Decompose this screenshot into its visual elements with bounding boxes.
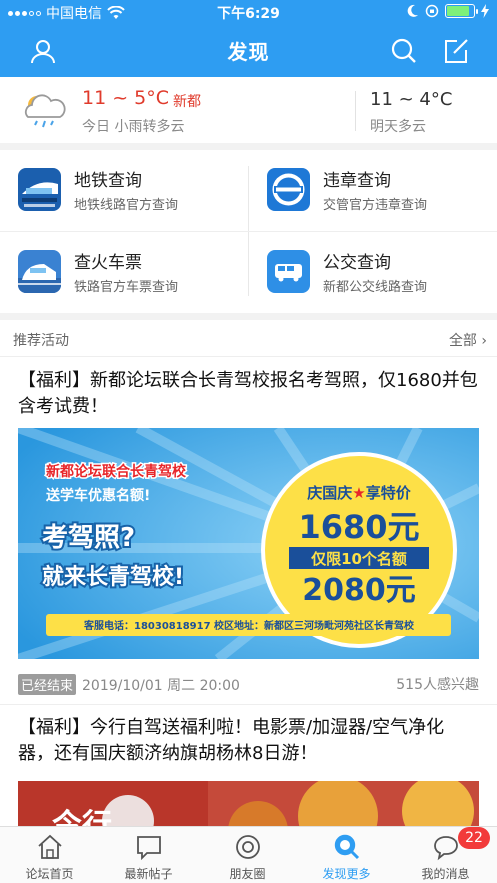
- tab-label: 最新帖子: [124, 867, 173, 881]
- banner-line4: 就来长青驾校!: [42, 564, 184, 590]
- post-date: 2019/10/01 周二 20:00: [82, 678, 240, 694]
- post-title[interactable]: 【福利】今行自驾送福利啦！电影票/加湿器/空气净化器，还有国庆额济纳旗胡杨林8日…: [18, 715, 480, 767]
- traffic-violation-icon: [267, 168, 310, 211]
- tab-friends-circle[interactable]: 朋友圈: [198, 827, 297, 883]
- post-meta: 已经结束 2019/10/01 周二 20:00 515人感兴趣: [18, 674, 479, 695]
- circle-icon: [236, 835, 260, 859]
- service-title: 地铁查询: [74, 171, 142, 191]
- moon-icon: [407, 4, 418, 17]
- recommended-activities: 推荐活动 全部 › 【福利】新都论坛联合长青驾校报名考驾照，仅1680并包含考试…: [0, 320, 497, 826]
- post-banner-image[interactable]: 新都论坛联合长青驾校 送学车优惠名额! 考驾照? 就来长青驾校! 庆国庆★享特价…: [18, 428, 479, 659]
- metro-icon: [18, 168, 61, 211]
- post-title[interactable]: 【福利】新都论坛联合长青驾校报名考驾照，仅1680并包含考试费！: [18, 368, 480, 420]
- banner-footer: 客服电话：18030818917 校区地址：新都区三河场毗河苑社区长青驾校: [83, 619, 415, 632]
- service-subtitle: 铁路官方车票查询: [74, 280, 179, 295]
- today-weather-desc: 今日 小雨转多云: [82, 119, 185, 135]
- banner-price-main: 1680元: [298, 508, 419, 546]
- banner-line2: 送学车优惠名额!: [45, 487, 150, 504]
- banner-price-orig: 2080元: [302, 573, 416, 608]
- compose-icon[interactable]: [442, 37, 470, 65]
- charging-icon: [481, 4, 489, 18]
- search-icon[interactable]: [390, 37, 418, 65]
- top-bar: 中国电信 下午6:29 发现: [0, 0, 497, 77]
- weather-card[interactable]: 11 ~ 5°C 新都 今日 小雨转多云 11 ~ 4°C 明天多云: [0, 77, 497, 143]
- tab-forum-home[interactable]: 论坛首页: [0, 827, 99, 883]
- service-traffic-violation[interactable]: 违章查询 交管官方违章查询: [249, 150, 497, 231]
- banner-limit: 仅限10个名额: [310, 550, 407, 568]
- view-all-link[interactable]: 全部 ›: [449, 330, 487, 350]
- today-temperature: 11 ~ 5°C: [82, 87, 170, 109]
- status-badge: 已经结束: [18, 674, 77, 695]
- post-banner-image[interactable]: 今行: [18, 781, 479, 826]
- service-title: 公交查询: [323, 253, 391, 273]
- battery-icon: [445, 4, 478, 18]
- driving-school-banner: 新都论坛联合长青驾校 送学车优惠名额! 考驾照? 就来长青驾校! 庆国庆★享特价…: [18, 428, 479, 659]
- banner-circle-top: 庆国庆★享特价: [307, 484, 411, 502]
- section-divider: [0, 356, 497, 357]
- chevron-right-icon: ›: [481, 333, 487, 349]
- status-bar: 中国电信 下午6:29: [0, 0, 497, 24]
- tab-label: 我的消息: [421, 867, 470, 881]
- train-icon: [18, 250, 61, 293]
- service-bus[interactable]: 公交查询 新都公交线路查询: [249, 232, 497, 313]
- orientation-lock-icon: [425, 4, 439, 18]
- interest-count: 515人感兴趣: [396, 677, 479, 693]
- tab-label: 发现更多: [322, 867, 371, 881]
- tab-bar: 论坛首页 最新帖子 朋友圈 发现更多 我的消息: [0, 826, 497, 883]
- banner-line1: 新都论坛联合长青驾校: [46, 463, 187, 480]
- service-subtitle: 交管官方违章查询: [323, 198, 428, 213]
- tab-label: 朋友圈: [229, 867, 266, 881]
- discover-search-icon: [334, 834, 360, 860]
- service-grid: 地铁查询 地铁线路官方查询 违章查询 交管官方违章查询 查火车票 铁路官方车票查…: [0, 150, 497, 313]
- service-title: 查火车票: [74, 253, 142, 273]
- service-subtitle: 地铁线路官方查询: [74, 198, 179, 213]
- tab-latest-posts[interactable]: 最新帖子: [99, 827, 198, 883]
- section-heading: 推荐活动: [13, 333, 69, 349]
- banner-line3: 考驾照?: [42, 523, 135, 553]
- post-divider: [0, 704, 497, 705]
- page-title: 发现: [227, 40, 270, 64]
- bus-icon: [267, 250, 310, 293]
- message-icon: [434, 836, 458, 861]
- service-train-ticket[interactable]: 查火车票 铁路官方车票查询: [0, 232, 248, 313]
- unread-badge: 22: [458, 827, 490, 849]
- weather-divider: [355, 91, 356, 131]
- tomorrow-weather-desc: 明天多云: [370, 119, 426, 135]
- weather-city: 新都: [173, 94, 201, 110]
- banner2-text: 今行: [52, 808, 112, 826]
- rain-cloud-icon: [24, 94, 66, 128]
- autumn-trees-banner: 今行: [18, 781, 479, 826]
- service-subtitle: 新都公交线路查询: [323, 280, 428, 295]
- tab-discover-more[interactable]: 发现更多: [297, 827, 396, 883]
- tomorrow-temperature: 11 ~ 4°C: [370, 89, 453, 110]
- service-title: 违章查询: [323, 171, 391, 191]
- tab-label: 论坛首页: [25, 867, 74, 881]
- chat-bubble-icon: [137, 836, 161, 861]
- home-icon: [38, 834, 62, 859]
- service-metro[interactable]: 地铁查询 地铁线路官方查询: [0, 150, 248, 231]
